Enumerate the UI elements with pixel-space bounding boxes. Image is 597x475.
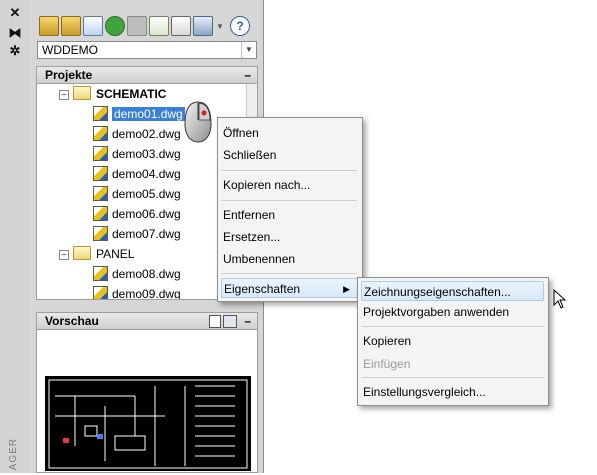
- tree-folder-schematic[interactable]: – SCHEMATIC: [59, 84, 166, 104]
- drawing-icon: [93, 186, 108, 201]
- menu-item-remove[interactable]: Entfernen: [221, 205, 359, 225]
- tree-item-demo04[interactable]: demo04.dwg: [93, 164, 181, 184]
- thumbnail-view-icon[interactable]: [223, 315, 237, 328]
- project-select-value: WDDEMO: [42, 43, 98, 57]
- drawing-icon: [93, 226, 108, 241]
- preview-header: Vorschau –: [36, 312, 258, 330]
- menu-item-label: Kopieren nach...: [223, 178, 311, 192]
- properties-submenu: Zeichnungseigenschaften... Projektvorgab…: [357, 277, 549, 406]
- tree-item-label: demo08.dwg: [112, 267, 181, 281]
- menu-item-label: Öffnen: [223, 126, 259, 140]
- minimize-icon[interactable]: –: [244, 313, 251, 329]
- palette-title: AGER: [8, 438, 19, 471]
- tree-item-label: demo01.dwg: [112, 107, 185, 121]
- menu-item-replace[interactable]: Ersetzen...: [221, 227, 359, 247]
- toolbar: ▼ ?: [30, 12, 263, 38]
- publish-icon[interactable]: [171, 16, 191, 36]
- submenu-item-settings-compare[interactable]: Einstellungsvergleich...: [361, 382, 546, 402]
- menu-separator: [221, 273, 357, 274]
- tree-item-label: SCHEMATIC: [96, 87, 167, 101]
- tree-item-label: demo07.dwg: [112, 227, 181, 241]
- drawing-icon: [93, 146, 108, 161]
- submenu-arrow-icon: ▶: [343, 284, 350, 294]
- folder-icon: [73, 86, 91, 100]
- tree-folder-panel[interactable]: – PANEL: [59, 244, 134, 264]
- menu-item-label: Projektvorgaben anwenden: [363, 305, 510, 319]
- tree-item-demo05[interactable]: demo05.dwg: [93, 184, 181, 204]
- palette-strip: ✕ ⧓ ✲ AGER: [0, 0, 31, 473]
- new-project-icon[interactable]: [61, 16, 81, 36]
- tree-item-demo06[interactable]: demo06.dwg: [93, 204, 181, 224]
- menu-separator: [361, 326, 544, 327]
- menu-separator: [221, 200, 357, 201]
- close-icon[interactable]: ✕: [6, 6, 24, 20]
- menu-item-close[interactable]: Schließen: [221, 145, 359, 165]
- menu-item-label: Schließen: [223, 148, 277, 162]
- tree-item-label: PANEL: [96, 247, 135, 261]
- tree-item-demo01[interactable]: demo01.dwg: [93, 104, 185, 124]
- submenu-item-copy[interactable]: Kopieren: [361, 331, 546, 351]
- update-icon[interactable]: [127, 16, 147, 36]
- collapse-icon[interactable]: –: [59, 90, 69, 100]
- menu-item-properties[interactable]: Eigenschaften ▶: [221, 278, 359, 298]
- plot-dropdown-arrow[interactable]: ▼: [216, 22, 224, 31]
- tree-item-label: demo04.dwg: [112, 167, 181, 181]
- tree-item-label: demo02.dwg: [112, 127, 181, 141]
- preview-area: [36, 330, 258, 473]
- project-task-icon[interactable]: [149, 16, 169, 36]
- preview-title: Vorschau: [45, 314, 99, 328]
- drawing-icon: [93, 166, 108, 181]
- tree-item-demo07[interactable]: demo07.dwg: [93, 224, 181, 244]
- chevron-down-icon[interactable]: ▼: [241, 42, 256, 58]
- menu-separator: [361, 377, 544, 378]
- tree-item-demo08[interactable]: demo08.dwg: [93, 264, 181, 284]
- submenu-item-paste: Einfügen: [361, 354, 546, 374]
- tree-item-demo02[interactable]: demo02.dwg: [93, 124, 181, 144]
- plot-icon[interactable]: [193, 16, 213, 36]
- projects-header: Projekte –: [36, 66, 258, 84]
- context-menu: Öffnen Schließen Kopieren nach... Entfer…: [217, 117, 363, 302]
- open-project-icon[interactable]: [39, 16, 59, 36]
- mouse-cursor-icon: [184, 101, 212, 143]
- refresh-icon[interactable]: [105, 16, 125, 36]
- submenu-item-apply-project-defaults[interactable]: Projektvorgaben anwenden: [361, 302, 546, 322]
- menu-separator: [221, 170, 357, 171]
- help-icon[interactable]: ?: [230, 16, 250, 36]
- drawing-icon: [93, 106, 108, 121]
- list-view-icon[interactable]: [209, 315, 221, 328]
- properties-icon[interactable]: ✲: [6, 44, 24, 58]
- folder-icon: [73, 246, 91, 260]
- menu-item-copy-to[interactable]: Kopieren nach...: [221, 175, 359, 195]
- tree-item-label: demo05.dwg: [112, 187, 181, 201]
- collapse-icon[interactable]: –: [59, 250, 69, 260]
- drawing-icon: [93, 266, 108, 281]
- project-select[interactable]: WDDEMO ▼: [37, 41, 257, 59]
- menu-item-label: Kopieren: [363, 334, 412, 348]
- menu-item-rename[interactable]: Umbenennen: [221, 249, 359, 269]
- menu-item-label: Eigenschaften: [224, 282, 301, 296]
- new-drawing-icon[interactable]: [83, 16, 103, 36]
- menu-item-label: Einfügen: [363, 357, 411, 371]
- arrow-cursor-icon: [553, 289, 567, 309]
- menu-item-label: Einstellungsvergleich...: [363, 385, 486, 399]
- menu-item-label: Entfernen: [223, 208, 276, 222]
- drawing-icon: [93, 126, 108, 141]
- tree-item-label: demo03.dwg: [112, 147, 181, 161]
- tree-item-demo09[interactable]: demo09.dwg: [93, 284, 181, 300]
- submenu-item-drawing-properties[interactable]: Zeichnungseigenschaften...: [361, 281, 544, 301]
- pin-icon[interactable]: ⧓: [6, 26, 24, 40]
- tree-item-label: demo09.dwg: [112, 287, 181, 300]
- drawing-icon: [93, 206, 108, 221]
- projects-title: Projekte: [45, 68, 93, 82]
- menu-item-label: Umbenennen: [223, 252, 296, 266]
- menu-item-open[interactable]: Öffnen: [221, 123, 359, 143]
- tree-item-label: demo06.dwg: [112, 207, 181, 221]
- minimize-icon[interactable]: –: [244, 67, 251, 83]
- drawing-thumbnail: [45, 376, 251, 471]
- tree-item-demo03[interactable]: demo03.dwg: [93, 144, 181, 164]
- menu-item-label: Zeichnungseigenschaften...: [364, 285, 511, 299]
- menu-item-label: Ersetzen...: [223, 230, 281, 244]
- drawing-icon: [93, 286, 108, 299]
